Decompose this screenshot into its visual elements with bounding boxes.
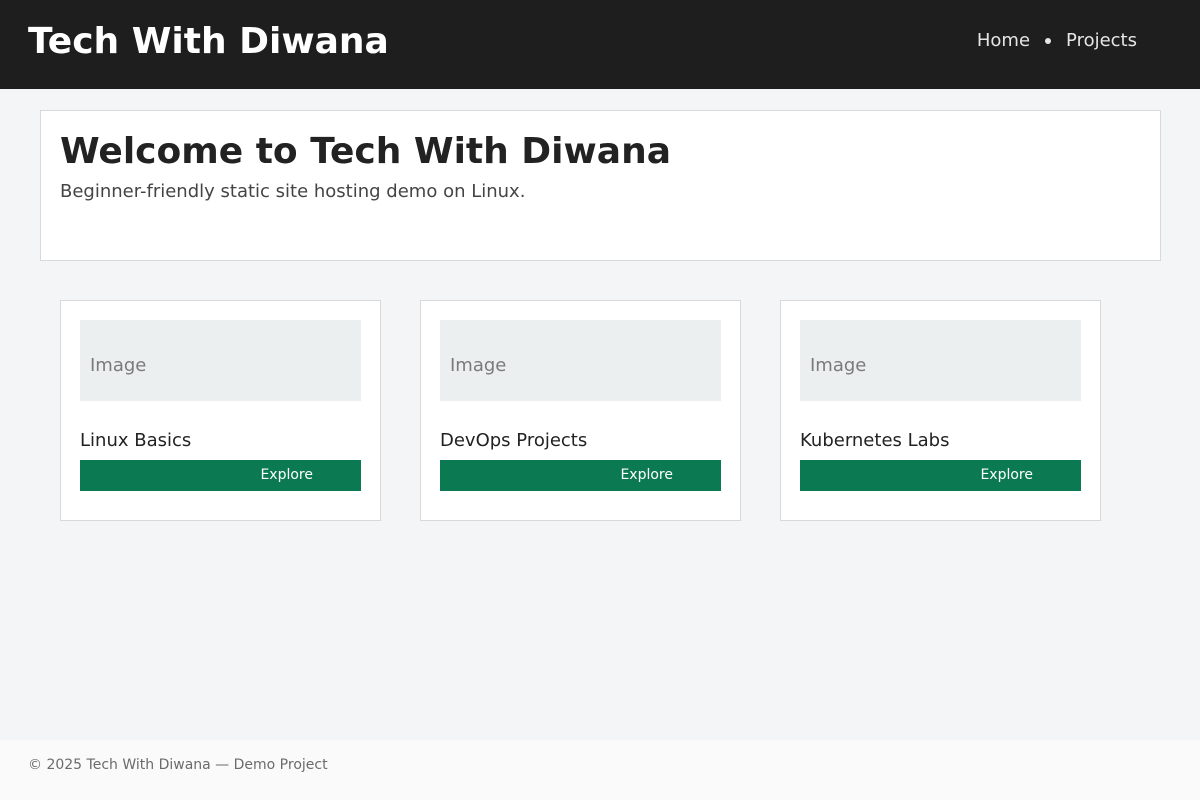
site-title[interactable]: Tech With Diwana: [28, 20, 389, 64]
hero-subtitle: Beginner-friendly static site hosting de…: [60, 181, 526, 202]
footer-copyright: © 2025 Tech With Diwana — Demo Project: [28, 757, 328, 773]
nav-separator-dot: [1045, 38, 1052, 44]
card-image-placeholder: Image: [440, 320, 721, 401]
explore-button-kubernetes-labs[interactable]: Explore: [800, 460, 1081, 491]
explore-button-linux-basics[interactable]: Explore: [80, 460, 361, 491]
card-image-placeholder: Image: [800, 320, 1081, 401]
card-title: Kubernetes Labs: [800, 430, 950, 451]
card-image-label: Image: [810, 355, 867, 376]
site-footer: © 2025 Tech With Diwana — Demo Project: [0, 740, 1200, 800]
project-card-kubernetes-labs: Image Kubernetes Labs Explore: [780, 300, 1101, 521]
main-nav: Home Projects: [977, 29, 1137, 53]
card-title: DevOps Projects: [440, 430, 588, 451]
nav-link-home[interactable]: Home: [977, 29, 1030, 53]
card-image-label: Image: [90, 355, 147, 376]
project-card-linux-basics: Image Linux Basics Explore: [60, 300, 381, 521]
nav-link-projects[interactable]: Projects: [1066, 29, 1137, 53]
site-header: Tech With Diwana Home Projects: [0, 0, 1200, 89]
explore-button-devops-projects[interactable]: Explore: [440, 460, 721, 491]
card-image-placeholder: Image: [80, 320, 361, 401]
project-card-devops-projects: Image DevOps Projects Explore: [420, 300, 741, 521]
hero-title: Welcome to Tech With Diwana: [60, 131, 671, 172]
hero-panel: Welcome to Tech With Diwana Beginner-fri…: [40, 110, 1161, 261]
card-image-label: Image: [450, 355, 507, 376]
card-title: Linux Basics: [80, 430, 192, 451]
